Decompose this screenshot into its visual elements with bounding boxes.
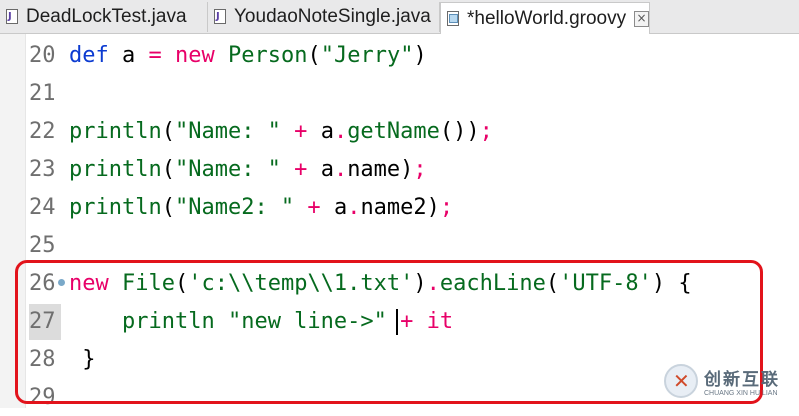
code-text: def a = new Person("Jerry") (69, 43, 427, 68)
code-line: 25 (0, 228, 799, 264)
close-icon[interactable]: × (634, 10, 649, 27)
code-line: 24 println("Name2: " + a.name2); (0, 190, 799, 226)
code-line: 21 (0, 76, 799, 112)
code-line: 20 def a = new Person("Jerry") (0, 38, 799, 74)
code-editor[interactable]: 20 def a = new Person("Jerry") 21 22 pri… (0, 34, 799, 410)
watermark-logo: 创新互联 CHUANG XIN HU LIAN (664, 361, 794, 401)
line-number: 20 (29, 43, 56, 68)
editor-tab-bar: J DeadLockTest.java J YoudaoNoteSingle.j… (0, 0, 799, 34)
line-number: 21 (29, 81, 56, 106)
brand-logo-icon (664, 364, 698, 398)
line-number: 22 (29, 119, 56, 144)
line-number: 24 (29, 195, 56, 220)
java-file-icon: J (214, 9, 228, 25)
tab-helloworld-groovy[interactable]: *helloWorld.groovy × (440, 2, 650, 34)
logo-text: 创新互联 (704, 370, 780, 390)
code-text: println("Name: " + a.name); (69, 157, 427, 182)
java-file-icon: J (6, 9, 20, 25)
tab-label: *helloWorld.groovy (467, 7, 627, 29)
code-text: println("Name2: " + a.name2); (69, 195, 454, 220)
logo-subtext: CHUANG XIN HU LIAN (704, 390, 778, 397)
red-highlight-box (15, 260, 763, 404)
groovy-file-icon (447, 10, 461, 27)
line-number: 23 (29, 157, 56, 182)
line-number: 25 (29, 233, 56, 258)
tab-label: DeadLockTest.java (26, 6, 187, 27)
tab-youdaonotesingle[interactable]: J YoudaoNoteSingle.java (208, 2, 440, 32)
tab-label: YoudaoNoteSingle.java (234, 6, 431, 27)
code-line: 23 println("Name: " + a.name); (0, 152, 799, 188)
code-line: 22 println("Name: " + a.getName()); (0, 114, 799, 150)
code-text: println("Name: " + a.getName()); (69, 119, 493, 144)
tab-deadlocktest[interactable]: J DeadLockTest.java (0, 2, 208, 32)
